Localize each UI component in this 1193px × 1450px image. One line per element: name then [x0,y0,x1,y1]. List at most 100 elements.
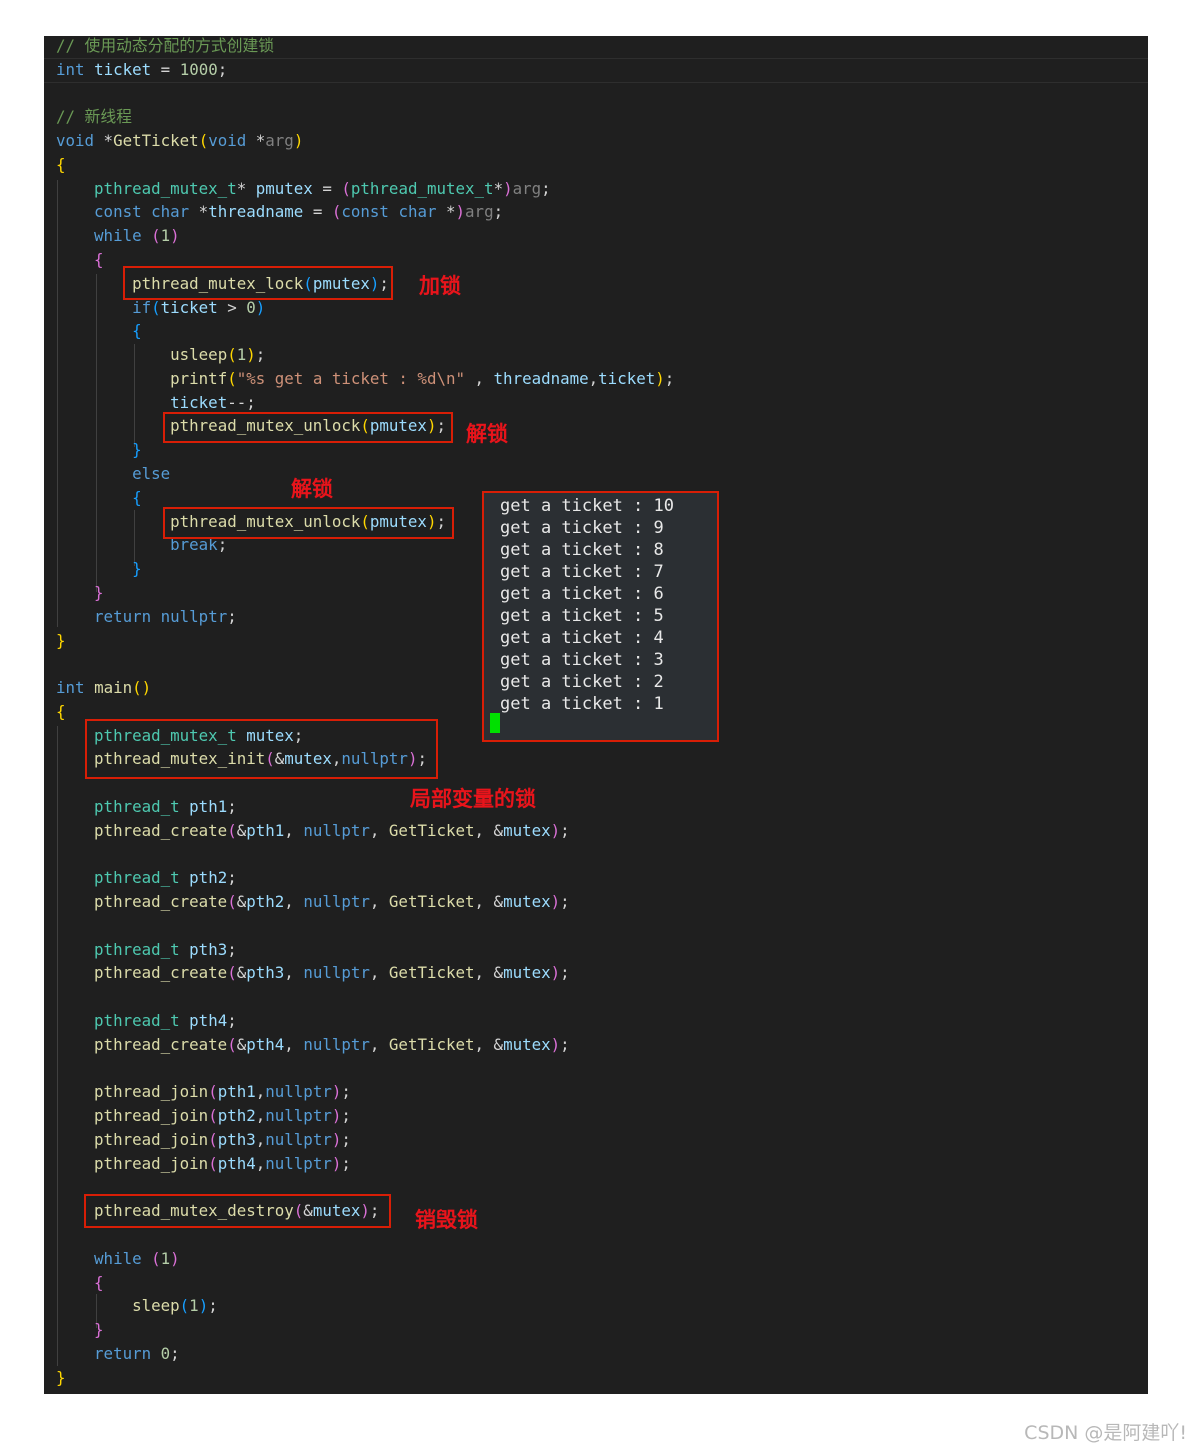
code-token: pthread_join [94,1106,209,1126]
code-token: nullptr [265,1106,332,1126]
code-line: pthread_t pth2; [56,866,237,890]
code-token: , [255,1082,266,1102]
code-token: } [56,630,66,650]
code-token: while [94,226,142,246]
unlock-highlight-box [163,412,453,443]
code-token: , [255,1153,266,1173]
code-token: ( [227,820,237,840]
code-token: pthread_create [94,820,228,840]
code-token: arg [265,131,294,151]
code-token: pthread_create [94,963,228,983]
code-token: pth3 [217,1129,256,1149]
code-token: ; [341,1153,351,1173]
code-token: pthread_t [94,939,180,959]
code-token: arg [465,202,494,222]
code-token: nullptr [265,1129,332,1149]
code-line: pthread_create(&pth3, nullptr, GetTicket… [56,961,570,985]
code-line: pthread_create(&pth1, nullptr, GetTicket… [56,819,570,843]
terminal-line: get a ticket : 7 [500,562,664,582]
code-token: 1 [189,1296,199,1316]
code-token: pth4 [246,1034,285,1054]
code-token: nullptr [265,1082,332,1102]
code-line: usleep(1); [56,343,265,367]
code-token: ) [503,178,513,198]
code-token: ) [331,1129,342,1149]
code-token: mutex [503,892,551,912]
code-token: ) [331,1106,342,1126]
code-line: int ticket = 1000; [56,58,227,82]
code-token: ticket [170,392,228,412]
code-token: ticket [94,59,152,79]
code-token: ; [560,892,570,912]
code-token: } [132,440,142,460]
code-token: printf [170,368,228,388]
code-token: } [132,559,142,579]
code-token: pthread_join [94,1082,209,1102]
code-token: , & [474,963,504,983]
code-token: pthread_create [94,892,228,912]
code-token: pth4 [189,1010,228,1030]
code-token: * [189,202,209,222]
code-token: { [56,154,66,174]
code-token: } [94,1320,104,1340]
code-token: nullptr [303,892,370,912]
code-token: ; [255,345,266,365]
code-token: GetTicket [388,820,475,840]
code-token: * [246,131,266,151]
code-token: ( [208,1082,218,1102]
code-token: char [398,202,437,222]
code-token: , [369,963,389,983]
terminal-line: get a ticket : 1 [500,694,664,714]
code-token: ; [560,820,570,840]
code-line: return 0; [56,1342,180,1366]
code-token: int [56,678,85,698]
code-token: pth4 [217,1153,256,1173]
destroy-lock-annotation: 销毁锁 [415,1208,478,1232]
code-token: ( [151,226,161,246]
code-token: , [284,963,304,983]
code-token: ) [293,131,304,151]
code-token: mutex [503,963,551,983]
code-token: { [94,250,104,270]
terminal-line: get a ticket : 2 [500,672,664,692]
code-token: threadname [493,368,589,388]
code-token: sleep [132,1296,180,1316]
unlock-annotation: 解锁 [466,422,508,446]
code-token: { [132,487,142,507]
code-line: int main() [56,676,151,700]
code-token: () [132,678,152,698]
terminal-line: get a ticket : 4 [500,628,664,648]
code-line: } [56,1366,66,1390]
code-token: arg [512,178,542,198]
code-token: 1 [160,1248,171,1268]
code-token: main [94,678,133,698]
code-token: pth1 [217,1082,256,1102]
code-token: , [369,892,389,912]
code-line: } [56,438,142,462]
code-token: // 新线程 [56,107,132,127]
code-token: = [312,178,342,198]
code-token: pth3 [246,963,285,983]
code-token: ; [170,1343,180,1363]
code-token: ( [227,1034,237,1054]
code-token: void [208,131,247,151]
code-token: ( [227,345,237,365]
code-token: , [588,368,599,388]
code-token: pthread_t [94,868,180,888]
code-token: void [56,131,95,151]
code-token: ; [560,1034,570,1054]
